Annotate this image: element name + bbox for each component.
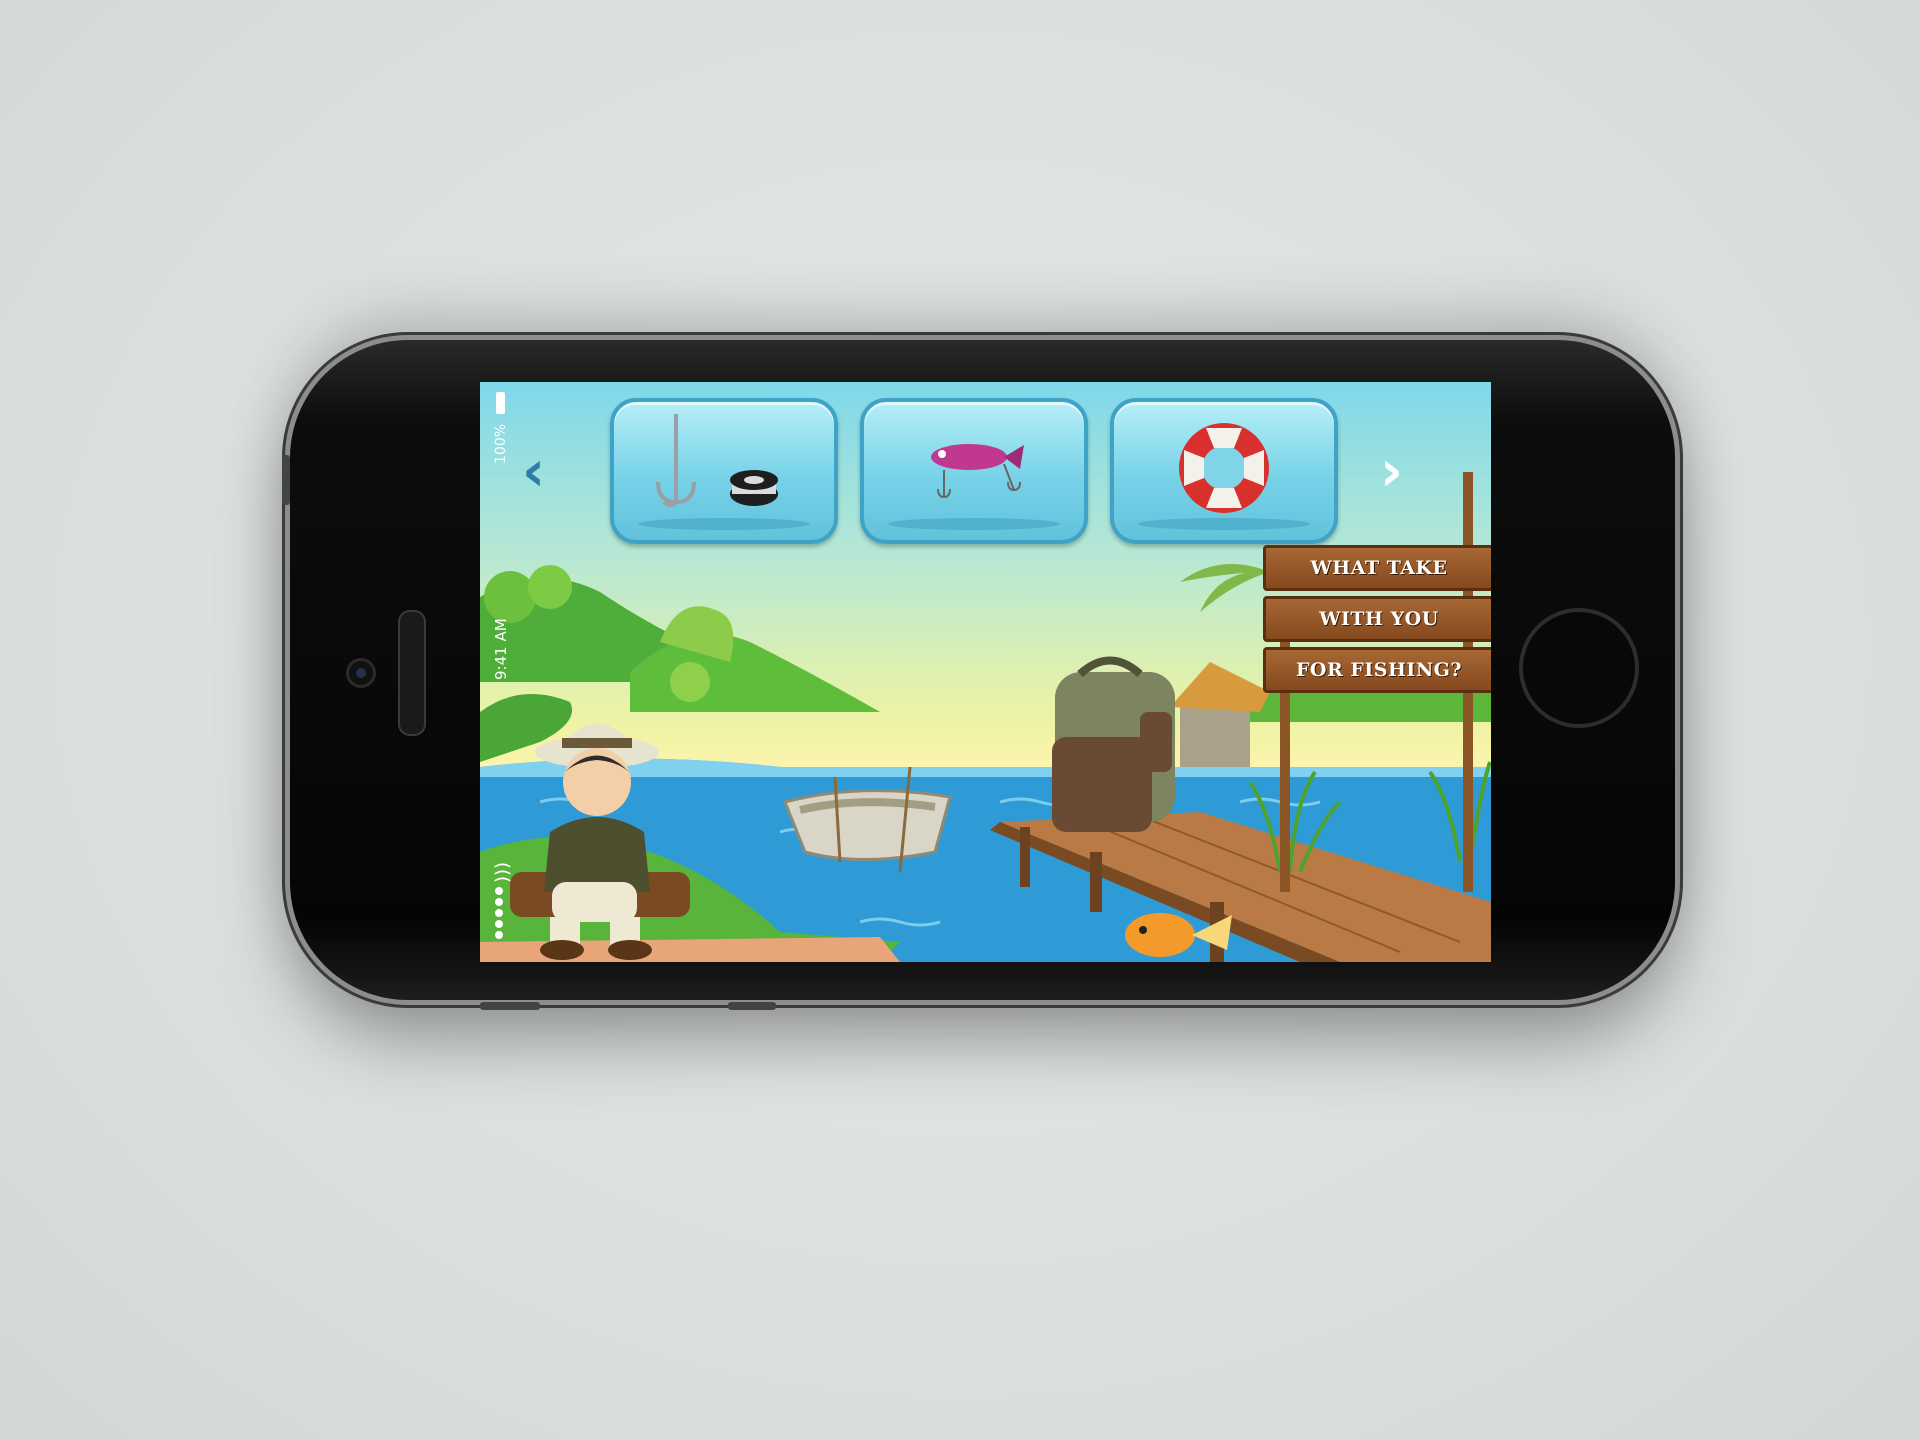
backpack bbox=[1052, 656, 1175, 832]
item-slot-hook-and-line[interactable] bbox=[610, 398, 838, 544]
status-bar: 100% 9:41 AM ))) bbox=[480, 382, 520, 962]
chevron-left-icon[interactable]: ‹ bbox=[522, 444, 545, 500]
chevron-right-icon[interactable]: › bbox=[1380, 444, 1403, 500]
sign-line-2: WITH YOU bbox=[1263, 596, 1491, 642]
status-time: 9:41 AM bbox=[492, 618, 510, 680]
volume-button bbox=[728, 1002, 776, 1010]
sign-line-1: WHAT TAKE bbox=[1263, 545, 1491, 591]
volume-button bbox=[480, 1002, 540, 1010]
question-sign: WHAT TAKE WITH YOU FOR FISHING? bbox=[1263, 545, 1491, 705]
sign-line-3: FOR FISHING? bbox=[1263, 647, 1491, 693]
front-camera bbox=[346, 658, 376, 688]
earpiece-speaker bbox=[398, 610, 426, 736]
item-slot-life-buoy[interactable] bbox=[1110, 398, 1338, 544]
signal-strength-icon bbox=[495, 887, 503, 939]
battery-percentage: 100% bbox=[493, 423, 509, 464]
fishing-lure-icon bbox=[931, 444, 1024, 498]
home-button[interactable] bbox=[1519, 608, 1639, 728]
hook-and-line-spool-icon bbox=[656, 414, 778, 507]
game-screen: 100% 9:41 AM ))) ‹ › WHAT TAKE WITH YOU … bbox=[480, 382, 1491, 962]
life-buoy-icon bbox=[1179, 423, 1269, 513]
battery-icon bbox=[496, 392, 505, 414]
wifi-icon: ))) bbox=[492, 861, 514, 884]
item-slot-fishing-lure[interactable] bbox=[860, 398, 1088, 544]
side-button bbox=[282, 455, 290, 505]
